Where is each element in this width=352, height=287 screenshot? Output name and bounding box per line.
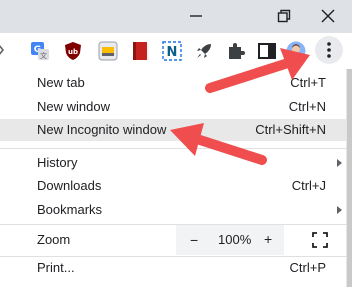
annotation-arrows xyxy=(170,48,310,165)
annotation-arrow-to-menu-button xyxy=(205,48,310,93)
annotation-arrow-to-incognito xyxy=(170,123,267,165)
